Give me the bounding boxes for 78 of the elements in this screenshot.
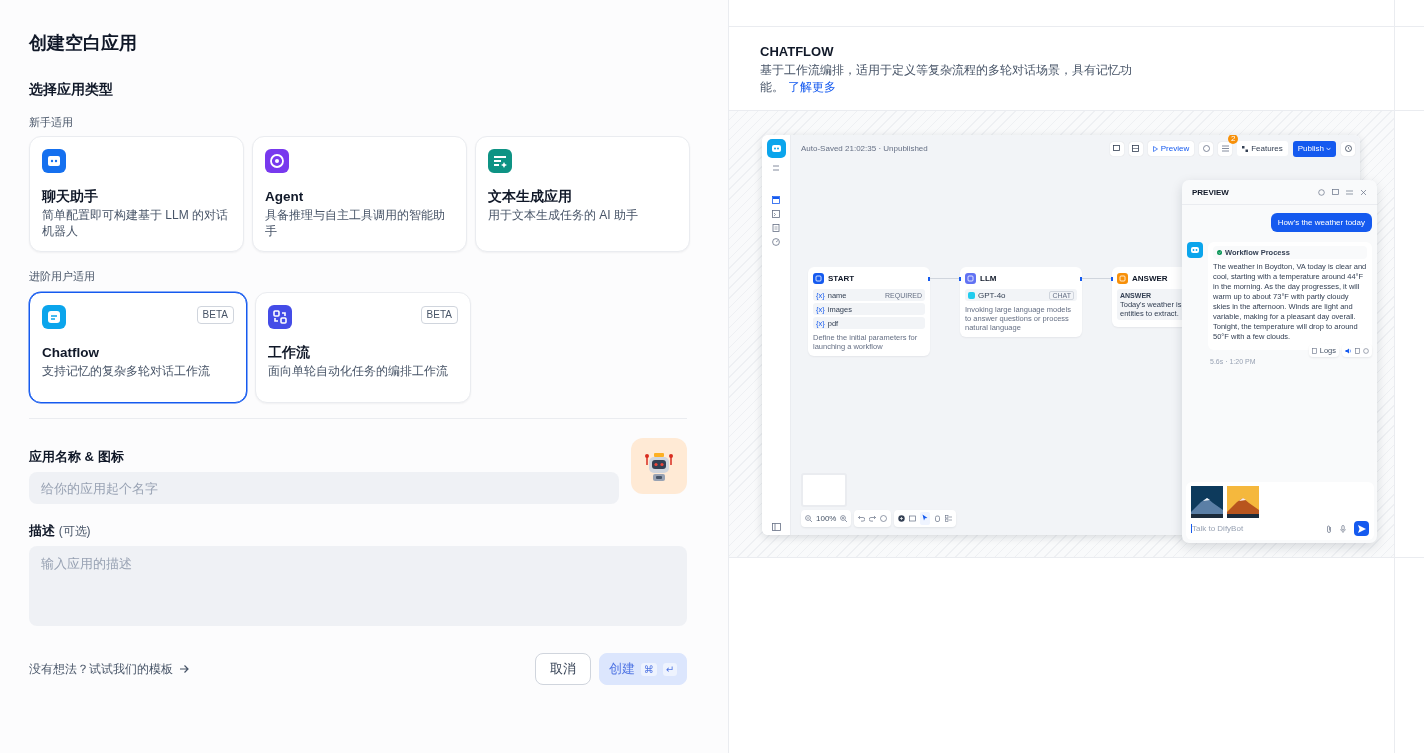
beta-badge: BETA (196, 306, 234, 324)
terminal-icon (772, 210, 780, 218)
preview-button[interactable]: Preview (1147, 141, 1195, 156)
features-button[interactable]: Features (1237, 141, 1288, 156)
window-icon (772, 196, 780, 204)
bot-avatar-icon (1187, 242, 1203, 258)
card-title: 聊天助手 (42, 188, 99, 206)
template-link[interactable]: 没有想法？试试我们的模板 (29, 660, 189, 678)
check-circle-icon (1217, 250, 1222, 255)
play-icon (1152, 145, 1158, 152)
learn-more-link[interactable]: 了解更多 (788, 80, 836, 94)
document-icon (1311, 347, 1317, 354)
chevron-down-icon (1326, 146, 1331, 151)
close-icon (1360, 188, 1367, 196)
send-button[interactable] (1354, 521, 1369, 536)
card-description: 面向单轮自动化任务的编排工作流 (268, 363, 449, 379)
send-icon (1357, 524, 1366, 533)
zoom-in-icon (840, 515, 848, 522)
cancel-button[interactable]: 取消 (535, 653, 591, 685)
panel-title: PREVIEW (1192, 187, 1229, 197)
sidebar-toggle-icon (771, 523, 781, 531)
node-title: LLM (980, 274, 997, 283)
checklist-icon (1221, 145, 1229, 152)
publish-button[interactable]: Publish (1292, 140, 1336, 157)
group-label: 新手适用 (29, 115, 74, 129)
app-type-title: CHATFLOW (760, 44, 835, 60)
group-label: 进阶用户适用 (29, 269, 96, 283)
grid-icon (1242, 145, 1249, 152)
card-title: Chatflow (42, 344, 100, 362)
zoom-level: 100% (816, 514, 837, 523)
autosave-status: Auto-Saved 21:02:35 · Unpublished (801, 144, 928, 153)
microphone-icon (1340, 524, 1346, 533)
answer-node-icon (1117, 273, 1128, 284)
chat-button[interactable] (1109, 141, 1124, 156)
note-icon (909, 515, 917, 522)
card-title: 文本生成应用 (488, 188, 573, 206)
field-label: 描述 (可选) (29, 522, 92, 540)
app-type-card[interactable]: BETA Chatflow 支持记忆的复杂多轮对话工作流 (29, 292, 247, 403)
app-name-field[interactable]: 给你的应用起个名字 (29, 472, 619, 504)
section-heading: 选择应用类型 (29, 81, 114, 99)
field-label: 应用名称 & 图标 (29, 448, 125, 466)
app-type-card[interactable]: Agent 具备推理与自主工具调用的智能助手 (252, 136, 467, 252)
robot-icon (766, 139, 786, 158)
app-type-card[interactable]: 文本生成应用 用于文本生成任务的 AI 助手 (475, 136, 690, 252)
redo-icon (869, 515, 877, 522)
history-button[interactable] (1341, 141, 1355, 156)
grid-icon (1132, 145, 1140, 152)
card-title: 工作流 (268, 344, 311, 362)
speaker-icon (1345, 347, 1352, 354)
llm-node-icon (965, 273, 976, 284)
arrow-right-icon (179, 664, 189, 674)
pointer-icon (922, 514, 929, 521)
start-node-icon (813, 273, 824, 284)
app-type-card[interactable]: BETA 工作流 面向单轮自动化任务的编排工作流 (255, 292, 471, 403)
app-type-description: 基于工作流编排，适用于定义等复杂流程的多轮对话场景，具有记忆功能。 了解更多 (760, 62, 1133, 96)
undo-icon (858, 515, 866, 522)
card-description: 支持记忆的复杂多轮对话工作流 (42, 363, 211, 379)
dialog-title: 创建空白应用 (29, 32, 138, 55)
node-title: START (828, 274, 855, 283)
grid-button[interactable] (1128, 141, 1143, 156)
add-node-icon (898, 515, 906, 522)
card-description: 用于文本生成任务的 AI 助手 (488, 207, 639, 223)
description-field[interactable]: 输入应用的描述 (29, 546, 687, 626)
app-icon-picker[interactable] (631, 438, 687, 494)
user-message: How's the weather today (1270, 213, 1372, 232)
beta-badge: BETA (420, 306, 458, 324)
notification-badge: 2 (1228, 135, 1239, 144)
checklist-button[interactable] (1218, 141, 1233, 156)
card-description: 简单配置即可构建基于 LLM 的对话机器人 (42, 207, 229, 239)
node-title: ANSWER (1132, 274, 1168, 283)
card-description: 具备推理与自主工具调用的智能助手 (265, 207, 446, 239)
layout-icon (945, 515, 953, 522)
gauge-icon (772, 238, 780, 246)
card-title: Agent (265, 188, 305, 206)
paperclip-icon (1326, 524, 1332, 533)
app-type-card[interactable]: 聊天助手 简单配置即可构建基于 LLM 的对话机器人 (29, 136, 244, 252)
zoom-out-icon (805, 515, 812, 522)
document-icon (772, 224, 780, 232)
